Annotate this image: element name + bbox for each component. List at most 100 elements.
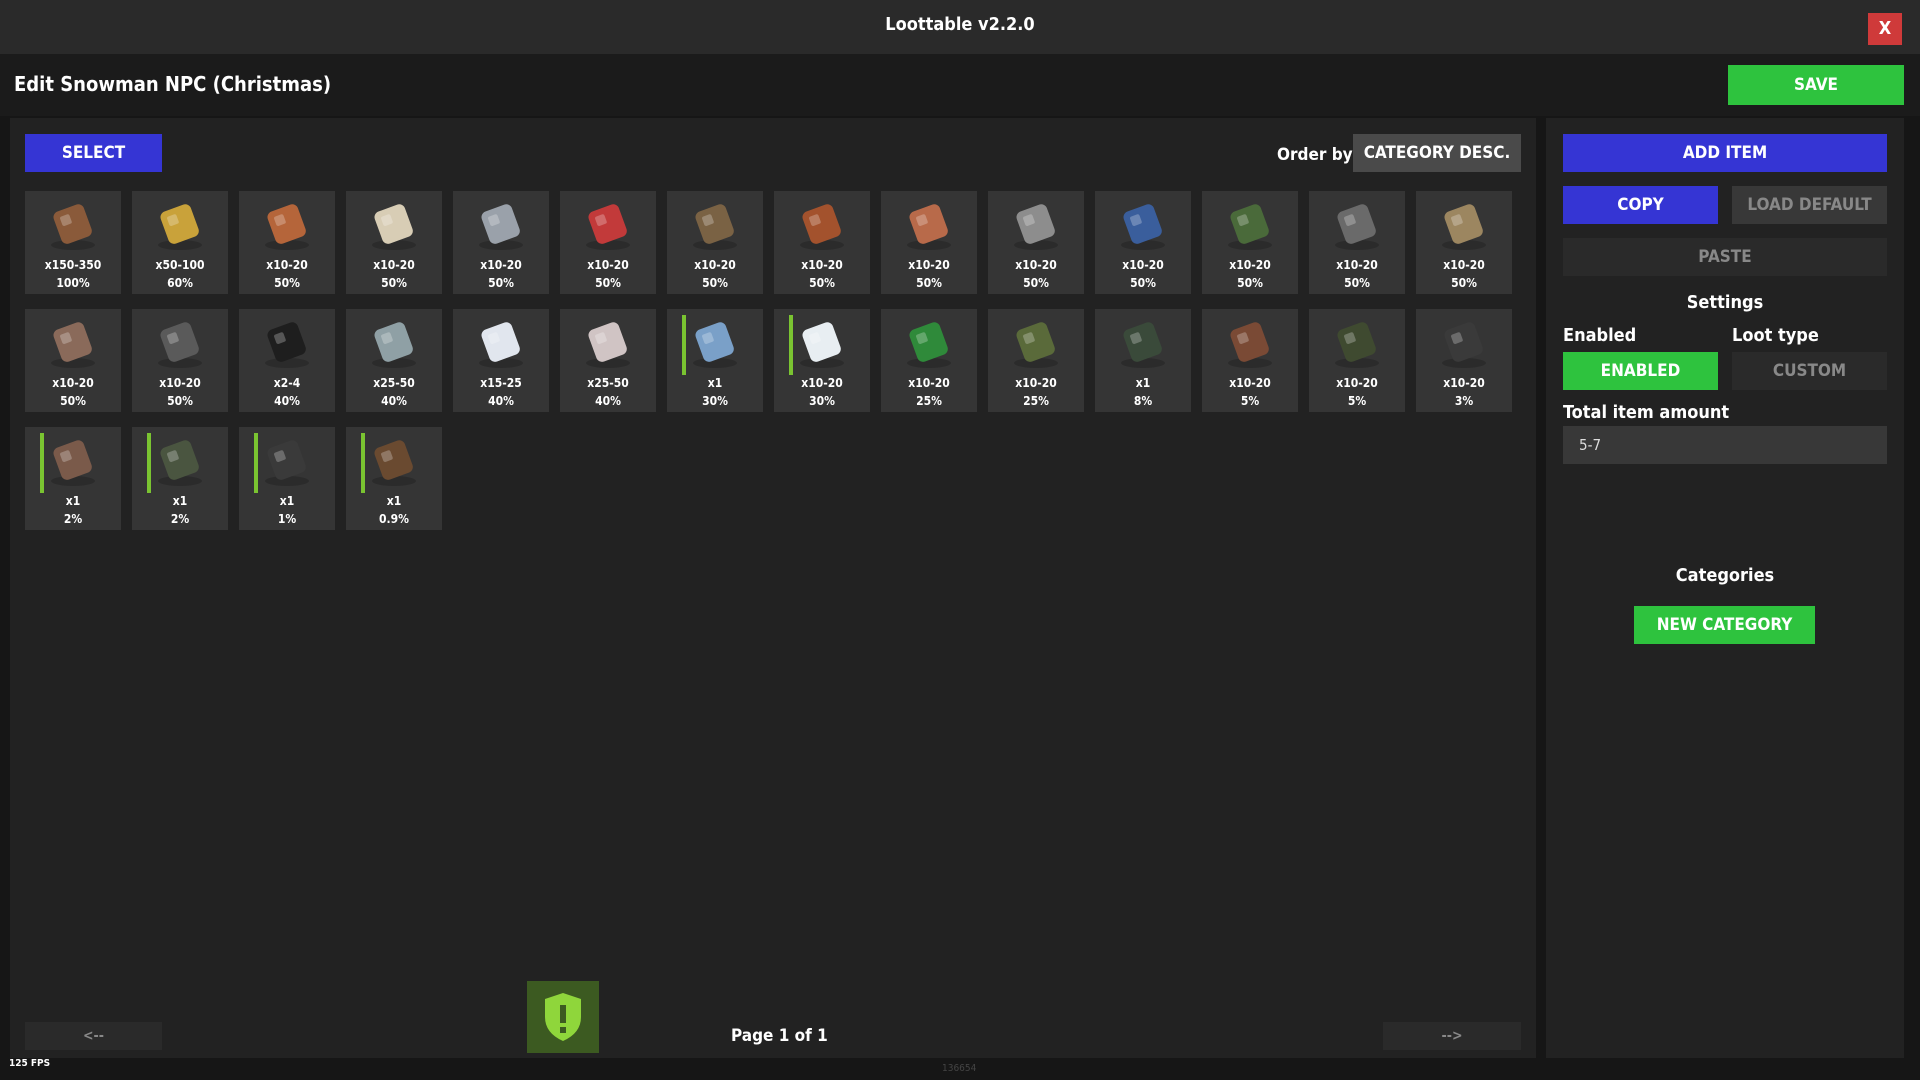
item-slot[interactable]: x25-50 40% (346, 309, 442, 412)
close-button[interactable]: X (1868, 13, 1902, 45)
duct-tape-icon (586, 322, 630, 368)
load-default-button[interactable]: LOAD DEFAULT (1732, 186, 1887, 224)
loot-type-toggle[interactable]: CUSTOM (1732, 352, 1887, 390)
item-slot[interactable]: x1 30% (667, 309, 763, 412)
item-quantity: x10-20 (1336, 376, 1378, 390)
item-slot[interactable]: x1 1% (239, 427, 335, 530)
item-quantity: x10-20 (587, 258, 629, 272)
item-slot[interactable]: x15-25 40% (453, 309, 549, 412)
item-chance: 50% (595, 276, 621, 290)
item-chance: 8% (1133, 394, 1153, 408)
save-button[interactable]: SAVE (1728, 65, 1904, 105)
item-slot[interactable]: x10-20 50% (881, 191, 977, 294)
item-slot[interactable]: x10-20 5% (1202, 309, 1298, 412)
rocket-icon (1014, 322, 1058, 368)
warning-button[interactable] (527, 981, 599, 1053)
item-quantity: x10-20 (480, 258, 522, 272)
item-chance: 100% (56, 276, 90, 290)
item-slot[interactable]: x10-20 50% (453, 191, 549, 294)
item-slot[interactable]: x1 2% (25, 427, 121, 530)
prev-page-button[interactable]: <-- (25, 1022, 162, 1050)
item-chance: 25% (1023, 394, 1049, 408)
item-slot[interactable]: x1 0.9% (346, 427, 442, 530)
bleach-icon (479, 322, 523, 368)
rocket-hv-icon (1228, 322, 1272, 368)
item-chance: 40% (488, 394, 514, 408)
add-item-button[interactable]: ADD ITEM (1563, 134, 1887, 172)
grenade-icon (1121, 322, 1165, 368)
page-title: Edit Snowman NPC (Christmas) (14, 72, 332, 96)
item-chance: 50% (702, 276, 728, 290)
item-chance: 5% (1240, 394, 1260, 408)
item-quantity: x10-20 (1336, 258, 1378, 272)
item-slot[interactable]: x10-20 50% (1202, 191, 1298, 294)
new-category-button[interactable]: NEW CATEGORY (1634, 606, 1815, 644)
copy-button[interactable]: COPY (1563, 186, 1718, 224)
item-quantity: x10-20 (266, 258, 308, 272)
item-slot[interactable]: x2-4 40% (239, 309, 335, 412)
item-quantity: x10-20 (1229, 258, 1271, 272)
item-slot[interactable]: x10-20 50% (346, 191, 442, 294)
item-quantity: x10-20 (1443, 258, 1485, 272)
item-slot[interactable]: x10-20 50% (667, 191, 763, 294)
item-slot[interactable]: x10-20 25% (988, 309, 1084, 412)
item-slot[interactable]: x10-20 3% (1416, 309, 1512, 412)
total-item-amount-input[interactable]: 5-7 (1563, 426, 1887, 464)
item-slot[interactable]: x150-350 100% (25, 191, 121, 294)
next-page-button[interactable]: --> (1383, 1022, 1521, 1050)
enabled-label: Enabled (1563, 325, 1637, 346)
item-slot[interactable]: x10-20 50% (25, 309, 121, 412)
item-chance: 50% (1023, 276, 1049, 290)
item-slot[interactable]: x10-20 30% (774, 309, 870, 412)
header-bar: Edit Snowman NPC (Christmas) (0, 54, 1920, 116)
item-slot[interactable]: x1 2% (132, 427, 228, 530)
item-slot[interactable]: x10-20 50% (132, 309, 228, 412)
item-quantity: x10-20 (908, 376, 950, 390)
item-quantity: x1 (279, 494, 295, 508)
item-quantity: x150-350 (44, 258, 102, 272)
rocket-incendiary-icon (1335, 322, 1379, 368)
item-quantity: x1 (707, 376, 723, 390)
paste-button[interactable]: PASTE (1563, 238, 1887, 276)
item-chance: 50% (381, 276, 407, 290)
item-slot[interactable]: x1 8% (1095, 309, 1191, 412)
item-slot[interactable]: x10-20 50% (774, 191, 870, 294)
snowball-icon (800, 322, 844, 368)
spring-icon (1014, 204, 1058, 250)
item-chance: 60% (167, 276, 193, 290)
item-slot[interactable]: x10-20 50% (1309, 191, 1405, 294)
item-chance: 5% (1347, 394, 1367, 408)
item-quantity: x10-20 (1443, 376, 1485, 390)
assault-rifle-icon (51, 440, 95, 486)
item-slot[interactable]: x10-20 5% (1309, 309, 1405, 412)
item-slot[interactable]: x10-20 50% (1095, 191, 1191, 294)
item-chance: 50% (167, 394, 193, 408)
item-slot[interactable]: x10-20 50% (1416, 191, 1512, 294)
gear-icon (158, 322, 202, 368)
item-quantity: x10-20 (908, 258, 950, 272)
item-quantity: x1 (1135, 376, 1151, 390)
select-button[interactable]: SELECT (25, 134, 162, 172)
item-quantity: x25-50 (373, 376, 415, 390)
item-chance: 1% (277, 512, 297, 526)
item-chance: 40% (381, 394, 407, 408)
item-slot[interactable]: x10-20 50% (988, 191, 1084, 294)
item-slot[interactable]: x10-20 50% (560, 191, 656, 294)
total-item-amount-label: Total item amount (1563, 402, 1730, 423)
order-by-dropdown[interactable]: CATEGORY DESC. (1353, 134, 1521, 172)
categories-heading: Categories (1675, 565, 1775, 586)
item-chance: 50% (60, 394, 86, 408)
gears-icon (51, 204, 95, 250)
item-slot[interactable]: x10-20 25% (881, 309, 977, 412)
enabled-toggle[interactable]: ENABLED (1563, 352, 1718, 390)
item-slot[interactable]: x50-100 60% (132, 191, 228, 294)
item-chance: 50% (1451, 276, 1477, 290)
item-quantity: x15-25 (480, 376, 522, 390)
metal-blade-icon (479, 204, 523, 250)
item-slot[interactable]: x25-50 40% (560, 309, 656, 412)
item-quantity: x10-20 (801, 376, 843, 390)
item-chance: 3% (1454, 394, 1474, 408)
bolt-rifle-icon (158, 440, 202, 486)
item-slot[interactable]: x10-20 50% (239, 191, 335, 294)
item-chance: 50% (916, 276, 942, 290)
